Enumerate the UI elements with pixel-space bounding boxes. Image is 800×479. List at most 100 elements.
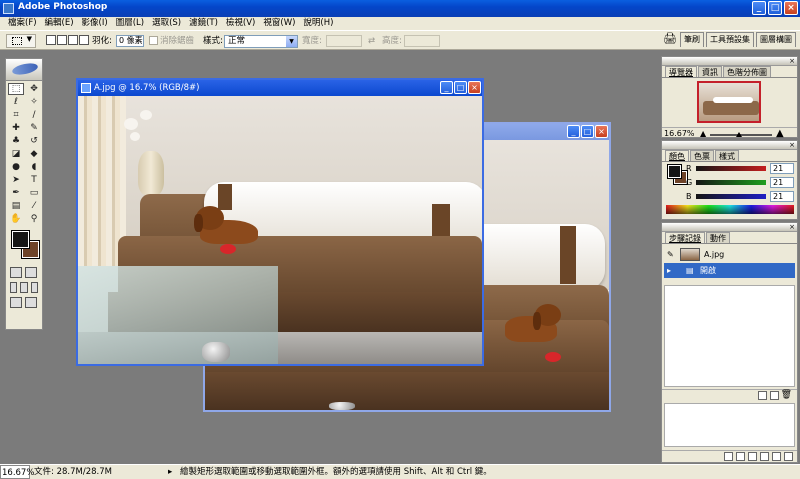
hand-tool-icon[interactable]: ✋ (8, 213, 24, 225)
new-action-icon[interactable] (772, 452, 781, 461)
feather-input[interactable]: 0 像素 (116, 35, 144, 47)
minimize-button[interactable]: _ (440, 81, 453, 94)
record-icon[interactable] (736, 452, 745, 461)
style-select[interactable]: 正常 ▼ (224, 35, 298, 48)
history-snapshot-row[interactable]: ✎ A.jpg (664, 247, 795, 262)
stop-icon[interactable] (724, 452, 733, 461)
move-tool-icon[interactable]: ✥ (26, 83, 42, 95)
checkmark-icon[interactable] (25, 297, 37, 308)
new-snapshot-icon[interactable] (770, 391, 779, 400)
document-window-front[interactable]: A.jpg @ 16.7% (RGB/8#) _ □ × (76, 78, 484, 366)
tab-actions[interactable]: 動作 (706, 232, 730, 243)
document-title-bar-front[interactable]: A.jpg @ 16.7% (RGB/8#) _ □ × (78, 80, 482, 96)
palette-header[interactable]: × (662, 141, 797, 150)
clone-stamp-tool-icon[interactable]: ♣ (8, 135, 24, 147)
blue-slider[interactable] (696, 194, 766, 199)
marquee-tool-icon[interactable]: ⬚ (8, 83, 24, 95)
menu-image[interactable]: 影像(I) (78, 17, 112, 30)
eraser-tool-icon[interactable]: ◪ (8, 148, 24, 160)
close-button[interactable]: × (468, 81, 481, 94)
new-document-from-state-icon[interactable] (758, 391, 767, 400)
close-icon[interactable]: × (789, 141, 795, 149)
imageready-jump-icon[interactable] (10, 297, 22, 308)
full-screen-menu-icon[interactable] (20, 282, 28, 293)
zoom-out-icon[interactable]: ▲ (700, 129, 706, 138)
tab-swatches[interactable]: 色票 (690, 150, 714, 161)
notes-tool-icon[interactable]: ▤ (8, 200, 24, 212)
palette-header[interactable]: × (662, 223, 797, 232)
type-tool-icon[interactable]: T (26, 174, 42, 186)
healing-brush-tool-icon[interactable]: ✚ (8, 122, 24, 134)
history-state-row[interactable]: ▸ ▤ 開啟 (664, 263, 795, 278)
history-brush-tool-icon[interactable]: ↺ (26, 135, 42, 147)
history-brush-source-icon[interactable]: ✎ (667, 247, 674, 262)
crop-tool-icon[interactable]: ⌗ (8, 109, 24, 121)
navigator-zoom-slider-thumb[interactable] (736, 132, 743, 137)
standard-mode-icon[interactable] (10, 267, 22, 278)
full-screen-icon[interactable] (30, 282, 38, 293)
menu-file[interactable]: 檔案(F) (4, 17, 41, 30)
tab-styles[interactable]: 樣式 (715, 150, 739, 161)
red-slider[interactable] (696, 166, 766, 171)
eyedropper-tool-icon[interactable]: ⁄ (26, 200, 42, 212)
navigator-thumbnail[interactable] (697, 81, 761, 123)
slice-tool-icon[interactable]: ∕ (26, 109, 42, 121)
tab-history[interactable]: 步驟記錄 (665, 232, 705, 243)
navigator-zoom-value[interactable]: 16.67% (664, 129, 695, 138)
antialias-checkbox[interactable] (149, 36, 158, 45)
green-value-input[interactable]: 21 (770, 177, 794, 188)
blue-value-input[interactable]: 21 (770, 191, 794, 202)
width-input[interactable] (326, 35, 362, 47)
paint-bucket-tool-icon[interactable]: ◆ (26, 148, 42, 160)
file-browser-icon[interactable]: 🖨 (662, 32, 678, 47)
close-icon[interactable]: × (789, 223, 795, 231)
lasso-tool-icon[interactable]: ℓ (8, 96, 24, 108)
blur-tool-icon[interactable]: ● (8, 161, 24, 173)
shape-tool-icon[interactable]: ▭ (26, 187, 42, 199)
add-selection-icon[interactable] (57, 35, 67, 45)
new-selection-icon[interactable] (46, 35, 56, 45)
red-value-input[interactable]: 21 (770, 163, 794, 174)
brush-tool-icon[interactable]: ✎ (26, 122, 42, 134)
quick-mask-mode-icon[interactable] (25, 267, 37, 278)
menu-select[interactable]: 選取(S) (148, 17, 185, 30)
minimize-button[interactable]: _ (752, 1, 766, 15)
menu-view[interactable]: 檢視(V) (222, 17, 259, 30)
menu-help[interactable]: 說明(H) (299, 17, 337, 30)
maximize-button[interactable]: □ (768, 1, 782, 15)
menu-window[interactable]: 視窗(W) (259, 17, 299, 30)
trash-icon[interactable]: 🗑 (781, 390, 792, 400)
trash-icon[interactable] (784, 452, 793, 461)
zoom-tool-icon[interactable]: ⚲ (26, 213, 42, 225)
menu-layer[interactable]: 圖層(L) (112, 17, 148, 30)
status-menu-icon[interactable]: ▸ (168, 465, 172, 479)
magic-wand-tool-icon[interactable]: ✧ (26, 96, 42, 108)
path-selection-tool-icon[interactable]: ➤ (8, 174, 24, 186)
menu-edit[interactable]: 編輯(E) (41, 17, 78, 30)
maximize-button[interactable]: □ (581, 125, 594, 138)
tab-histogram[interactable]: 色階分佈圖 (723, 66, 771, 77)
tab-navigator[interactable]: 導覽器 (665, 66, 697, 77)
color-foreground-swatch[interactable] (667, 164, 682, 179)
close-icon[interactable]: × (789, 57, 795, 65)
well-tab-layer-comps[interactable]: 圖層構圖 (756, 32, 796, 47)
close-button[interactable]: × (784, 1, 798, 15)
pen-tool-icon[interactable]: ✒ (8, 187, 24, 199)
document-canvas-front[interactable] (78, 96, 482, 364)
intersect-selection-icon[interactable] (79, 35, 89, 45)
well-tab-tool-presets[interactable]: 工具預設集 (706, 32, 754, 47)
palette-header[interactable]: × (662, 57, 797, 66)
dodge-tool-icon[interactable]: ◖ (26, 161, 42, 173)
tab-info[interactable]: 資訊 (698, 66, 722, 77)
height-input[interactable] (404, 35, 440, 47)
green-slider[interactable] (696, 180, 766, 185)
standard-screen-icon[interactable] (10, 282, 18, 293)
status-zoom-field[interactable]: 16.67% (0, 465, 34, 479)
menu-filter[interactable]: 濾鏡(T) (185, 17, 222, 30)
swap-icon[interactable]: ⇄ (368, 35, 375, 47)
color-ramp[interactable] (666, 205, 794, 214)
tab-color[interactable]: 顏色 (665, 150, 689, 161)
maximize-button[interactable]: □ (454, 81, 467, 94)
minimize-button[interactable]: _ (567, 125, 580, 138)
close-button[interactable]: × (595, 125, 608, 138)
